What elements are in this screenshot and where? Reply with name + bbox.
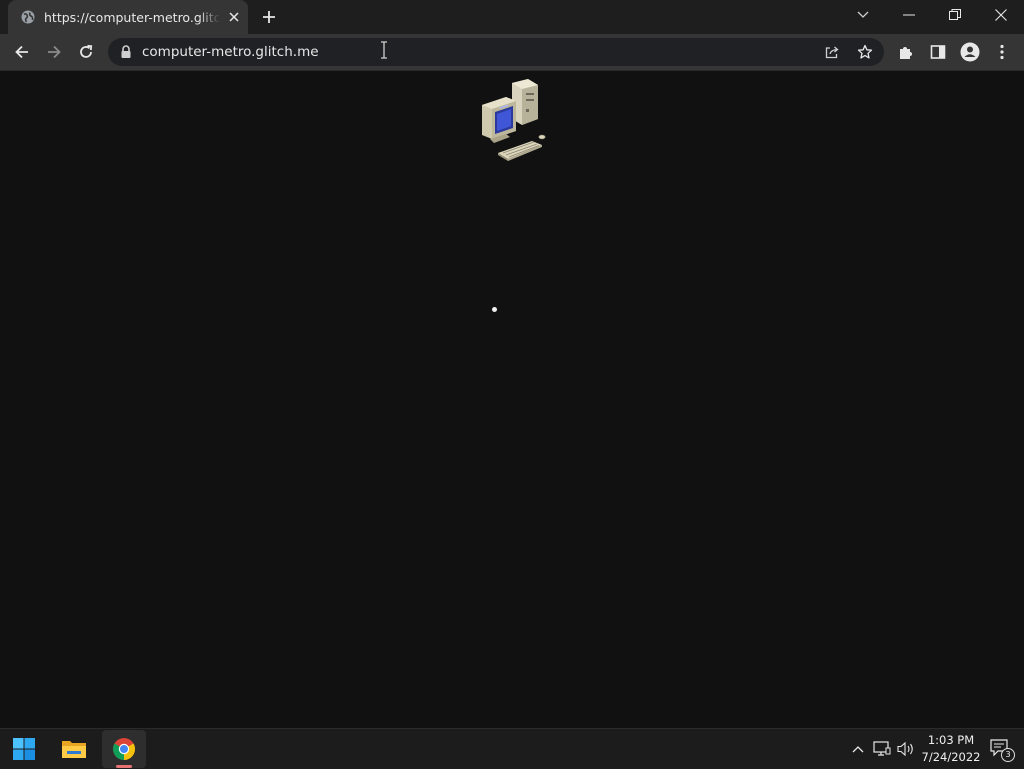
volume-button[interactable] [896,739,916,759]
extensions-icon [900,47,912,59]
chrome-taskbar-button[interactable] [102,730,146,768]
close-window-button[interactable] [978,0,1024,30]
restore-button[interactable] [932,0,978,30]
forward-button[interactable] [40,38,68,66]
browser-menu-button[interactable] [988,38,1016,66]
start-button[interactable] [2,730,46,768]
back-button[interactable] [8,38,36,66]
side-panel-button[interactable] [924,38,952,66]
tab-title: https://computer-metro.glitch.me [44,9,220,25]
address-text[interactable]: computer-metro.glitch.me [142,44,319,60]
system-clock[interactable]: 1:03 PM 7/24/2022 [918,732,984,766]
windows-start-icon [13,738,35,760]
browser-toolbar: computer-metro.glitch.me [0,34,1024,71]
windows-taskbar: 1:03 PM 7/24/2022 3 [0,728,1024,769]
text-cursor-icon [381,41,387,59]
reload-icon [80,44,93,58]
extensions-button[interactable] [892,38,920,66]
bookmark-star-icon[interactable] [857,44,873,64]
chevron-down-icon [857,11,869,18]
notification-center-button[interactable]: 3 [990,739,1015,762]
profile-button[interactable] [956,38,984,66]
restore-icon [949,9,961,20]
file-explorer-button[interactable] [52,730,96,768]
close-tab-icon[interactable] [226,9,242,25]
clock-time: 1:03 PM [927,733,975,747]
back-arrow-icon [15,45,28,59]
new-tab-button[interactable] [259,7,279,27]
browser-tabstrip: https://computer-metro.glitch.me [0,0,1024,34]
notification-count-badge: 3 [1001,748,1015,762]
loading-dot [492,307,497,312]
browser-tab[interactable]: https://computer-metro.glitch.me [8,0,248,34]
reload-button[interactable] [72,38,100,66]
page-viewport [0,71,1024,728]
tab-search-button[interactable] [840,0,886,30]
minimize-icon [903,14,915,16]
menu-icon [1000,44,1004,60]
side-panel-icon [930,45,946,59]
file-explorer-icon [62,741,86,758]
lock-icon[interactable] [120,45,132,59]
share-icon[interactable] [824,44,840,64]
minimize-button[interactable] [886,0,932,30]
globe-icon [20,9,36,25]
chrome-icon [113,738,135,760]
address-bar[interactable]: computer-metro.glitch.me [108,38,884,66]
clock-date: 7/24/2022 [921,750,981,764]
close-icon [995,9,1007,21]
plus-icon [263,11,275,23]
profile-icon [960,42,980,62]
chevron-up-icon [852,746,864,753]
retro-computer-icon [482,79,546,161]
network-button[interactable] [872,739,892,759]
show-hidden-icons-button[interactable] [848,739,868,759]
network-icon [873,741,891,756]
volume-icon [897,741,913,757]
forward-arrow-icon [48,45,61,59]
